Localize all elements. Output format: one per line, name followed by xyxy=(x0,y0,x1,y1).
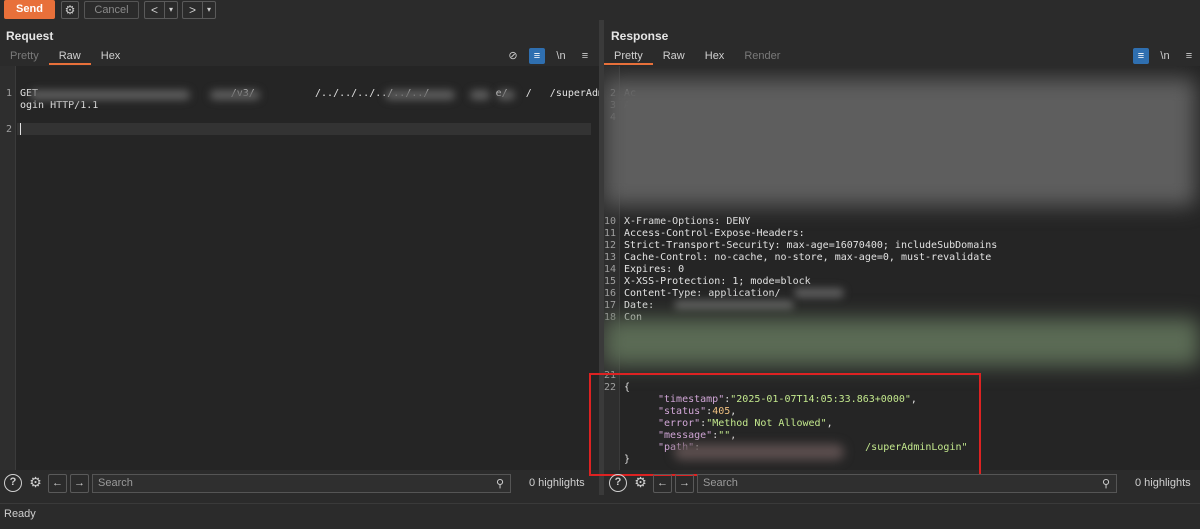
request-editor-options: ⊘ ≡ \n ≡ xyxy=(505,47,593,65)
highlight-box xyxy=(589,373,981,476)
menu-icon[interactable]: ≡ xyxy=(1181,48,1197,64)
word-wrap-icon[interactable]: ≡ xyxy=(1133,48,1149,64)
settings-icon[interactable]: ⚙ xyxy=(26,474,45,493)
newline-toggle-icon[interactable]: \n xyxy=(1157,48,1173,64)
status-bar: Ready xyxy=(0,503,1200,525)
settings-icon[interactable]: ⚙ xyxy=(61,1,79,19)
word-wrap-icon[interactable]: ≡ xyxy=(529,48,545,64)
line-number: 12 xyxy=(604,240,616,251)
request-tabs: Pretty Raw Hex xyxy=(0,49,130,65)
response-editor-options: ≡ \n ≡ xyxy=(1133,47,1197,65)
line-number: 11 xyxy=(604,228,616,239)
redaction xyxy=(30,90,190,100)
redaction xyxy=(470,90,490,100)
line-number: 1 xyxy=(5,88,12,99)
search-icon: ⚲ xyxy=(495,477,504,490)
back-arrow-icon[interactable]: < xyxy=(145,2,165,18)
response-line: Strict-Transport-Security: max-age=16070… xyxy=(624,240,998,251)
redaction xyxy=(497,90,515,100)
response-title: Response xyxy=(611,29,669,43)
line-number: 10 xyxy=(604,216,616,227)
line-number: 2 xyxy=(5,124,12,135)
response-line: Date: xyxy=(624,300,661,311)
search-input[interactable]: Search ⚲ xyxy=(92,473,511,493)
status-text: Ready xyxy=(4,508,36,520)
line-number: 17 xyxy=(604,300,616,311)
search-input[interactable]: Search ⚲ xyxy=(697,473,1117,493)
redaction xyxy=(604,318,1200,366)
search-icon: ⚲ xyxy=(1101,477,1110,490)
next-match-icon[interactable]: → xyxy=(675,473,694,493)
chevron-down-icon[interactable]: ▾ xyxy=(203,2,215,18)
redaction xyxy=(385,90,455,100)
response-tabs: Pretty Raw Hex Render xyxy=(604,49,790,65)
current-line-highlight xyxy=(17,123,591,135)
toolbar: Send ⚙ Cancel < ▾ > ▾ xyxy=(0,0,1200,20)
forward-history-group[interactable]: > ▾ xyxy=(182,1,216,19)
redaction xyxy=(210,90,260,100)
highlights-count: 0 highlights xyxy=(529,477,585,489)
request-search-bar: ? ⚙ ← → Search ⚲ 0 highlights xyxy=(4,472,585,494)
response-line: Content-Type: application/ xyxy=(624,288,781,299)
highlights-count: 0 highlights xyxy=(1135,477,1191,489)
tab-raw[interactable]: Raw xyxy=(48,49,91,65)
help-icon[interactable]: ? xyxy=(609,474,627,492)
help-icon[interactable]: ? xyxy=(4,474,22,492)
redaction xyxy=(794,288,844,298)
response-line: X-Frame-Options: DENY xyxy=(624,216,751,227)
request-line: ogin HTTP/1.1 xyxy=(20,100,99,111)
response-line: Access-Control-Expose-Headers: xyxy=(624,228,805,239)
text-cursor xyxy=(20,123,21,135)
next-match-icon[interactable]: → xyxy=(70,473,89,493)
line-number: 14 xyxy=(604,264,616,275)
tab-hex[interactable]: Hex xyxy=(91,49,131,65)
tab-pretty[interactable]: Pretty xyxy=(604,49,653,65)
line-number: 13 xyxy=(604,252,616,263)
chevron-down-icon[interactable]: ▾ xyxy=(165,2,177,18)
redaction xyxy=(604,78,1196,206)
line-number: 15 xyxy=(604,276,616,287)
previous-match-icon[interactable]: ← xyxy=(653,473,672,493)
tab-pretty[interactable]: Pretty xyxy=(0,49,49,65)
line-number: 16 xyxy=(604,288,616,299)
redaction xyxy=(674,300,794,310)
settings-icon[interactable]: ⚙ xyxy=(631,474,650,493)
response-line: Expires: 0 xyxy=(624,264,685,275)
response-line: Cache-Control: no-cache, no-store, max-a… xyxy=(624,252,992,263)
tab-hex[interactable]: Hex xyxy=(695,49,735,65)
forward-arrow-icon[interactable]: > xyxy=(183,2,203,18)
back-history-group[interactable]: < ▾ xyxy=(144,1,178,19)
cancel-button[interactable]: Cancel xyxy=(84,1,139,19)
tab-render[interactable]: Render xyxy=(734,49,790,65)
request-editor[interactable]: 1 2 GET /v3/ /../../../../../../ e/ / /s… xyxy=(0,66,599,470)
send-button[interactable]: Send xyxy=(4,0,55,19)
response-search-bar: ? ⚙ ← → Search ⚲ 0 highlights xyxy=(609,472,1191,494)
previous-match-icon[interactable]: ← xyxy=(48,473,67,493)
line-gutter: 1 2 xyxy=(0,66,16,470)
response-line: X-XSS-Protection: 1; mode=block xyxy=(624,276,811,287)
hide-nonprintable-icon[interactable]: ⊘ xyxy=(505,48,521,64)
newline-toggle-icon[interactable]: \n xyxy=(553,48,569,64)
tab-raw[interactable]: Raw xyxy=(653,49,695,65)
menu-icon[interactable]: ≡ xyxy=(577,48,593,64)
request-title: Request xyxy=(6,29,54,43)
